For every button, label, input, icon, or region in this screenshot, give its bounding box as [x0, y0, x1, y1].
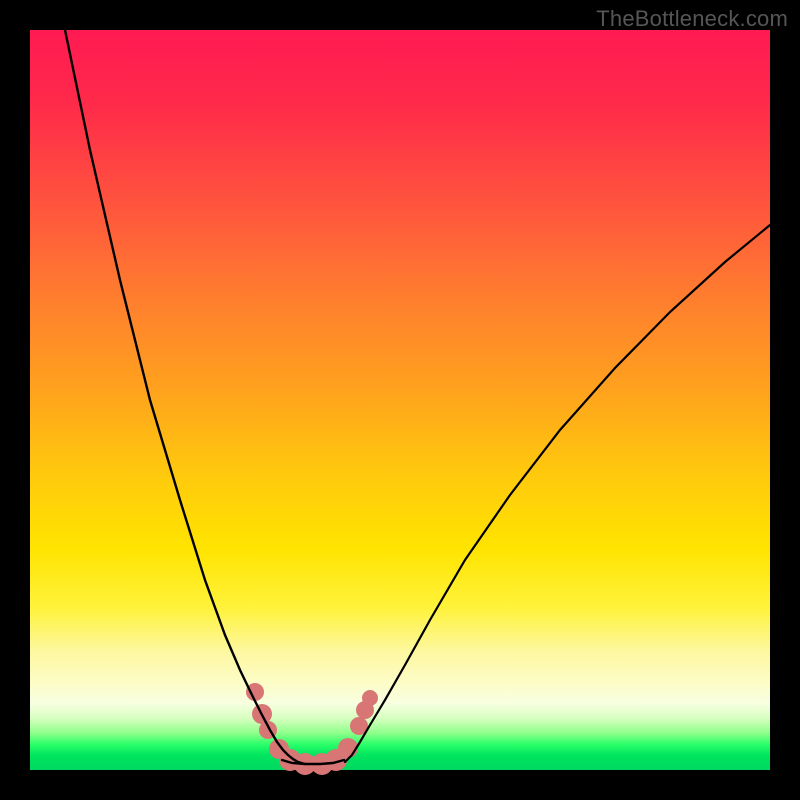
left-curve — [65, 30, 305, 764]
valley-dot — [362, 690, 378, 706]
chart-frame: TheBottleneck.com — [0, 0, 800, 800]
right-curve — [345, 225, 770, 762]
curves-svg — [30, 30, 770, 770]
valley-dot — [338, 738, 358, 758]
valley-marker-layer — [246, 683, 378, 775]
watermark-text: TheBottleneck.com — [596, 6, 788, 32]
gradient-plot-area — [30, 30, 770, 770]
